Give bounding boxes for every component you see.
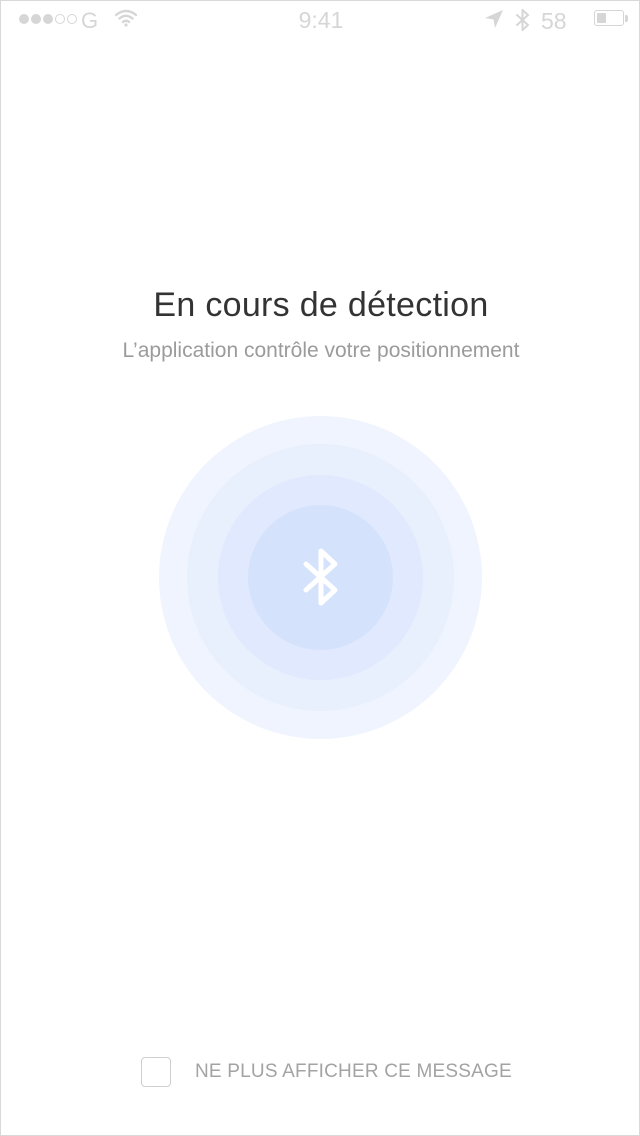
battery-tip — [625, 15, 628, 22]
battery-icon — [594, 10, 624, 26]
page-subtitle: L’application contrôle votre positionnem… — [122, 339, 520, 362]
bluetooth-scan-animation — [159, 416, 482, 739]
dont-show-again-option[interactable]: NE PLUS AFFICHER CE MESSAGE — [141, 1057, 512, 1087]
location-arrow-icon — [484, 9, 504, 34]
bluetooth-icon — [301, 546, 341, 613]
status-bar: G 9:41 58 — [1, 1, 640, 41]
page-title: En cours de détection — [153, 286, 489, 324]
app-screen: G 9:41 58 En cours de détection L’applic… — [0, 0, 640, 1136]
battery-percent: 58 — [541, 8, 567, 34]
dont-show-again-label[interactable]: NE PLUS AFFICHER CE MESSAGE — [195, 1061, 512, 1083]
dont-show-again-checkbox[interactable] — [141, 1057, 171, 1087]
bluetooth-icon — [515, 8, 531, 37]
battery-level-fill — [597, 13, 606, 23]
